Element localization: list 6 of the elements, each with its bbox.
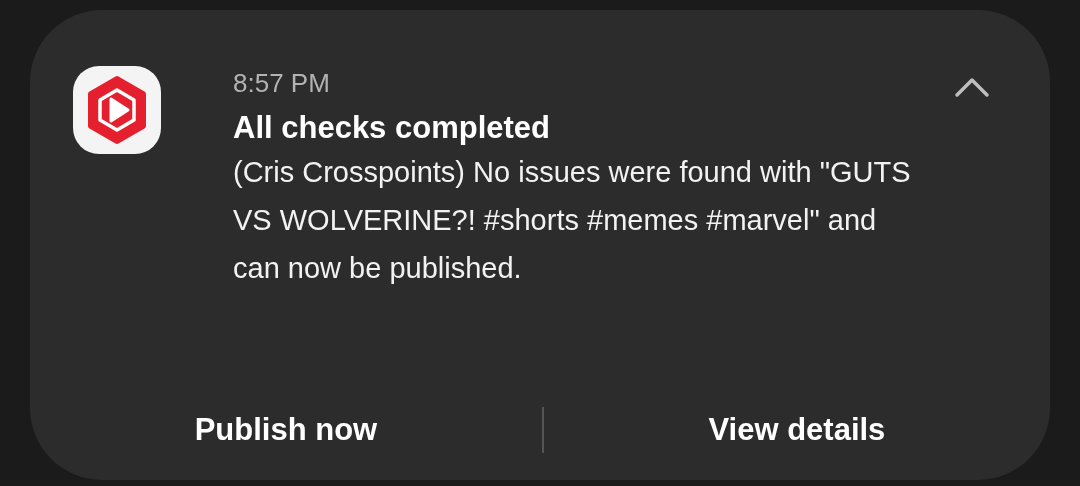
publish-button[interactable]: Publish now — [194, 396, 378, 464]
details-button[interactable]: View details — [708, 396, 886, 464]
time-label: 8:57 PM — [233, 68, 331, 98]
notification-message: (Cris Crosspoints) No issues were found with "GUTS VS WOLVERINE?! #shorts #memes #marvel" and can now be published. — [233, 155, 912, 286]
notification-title: All checks completed — [233, 109, 551, 147]
app-icon — [73, 66, 161, 154]
